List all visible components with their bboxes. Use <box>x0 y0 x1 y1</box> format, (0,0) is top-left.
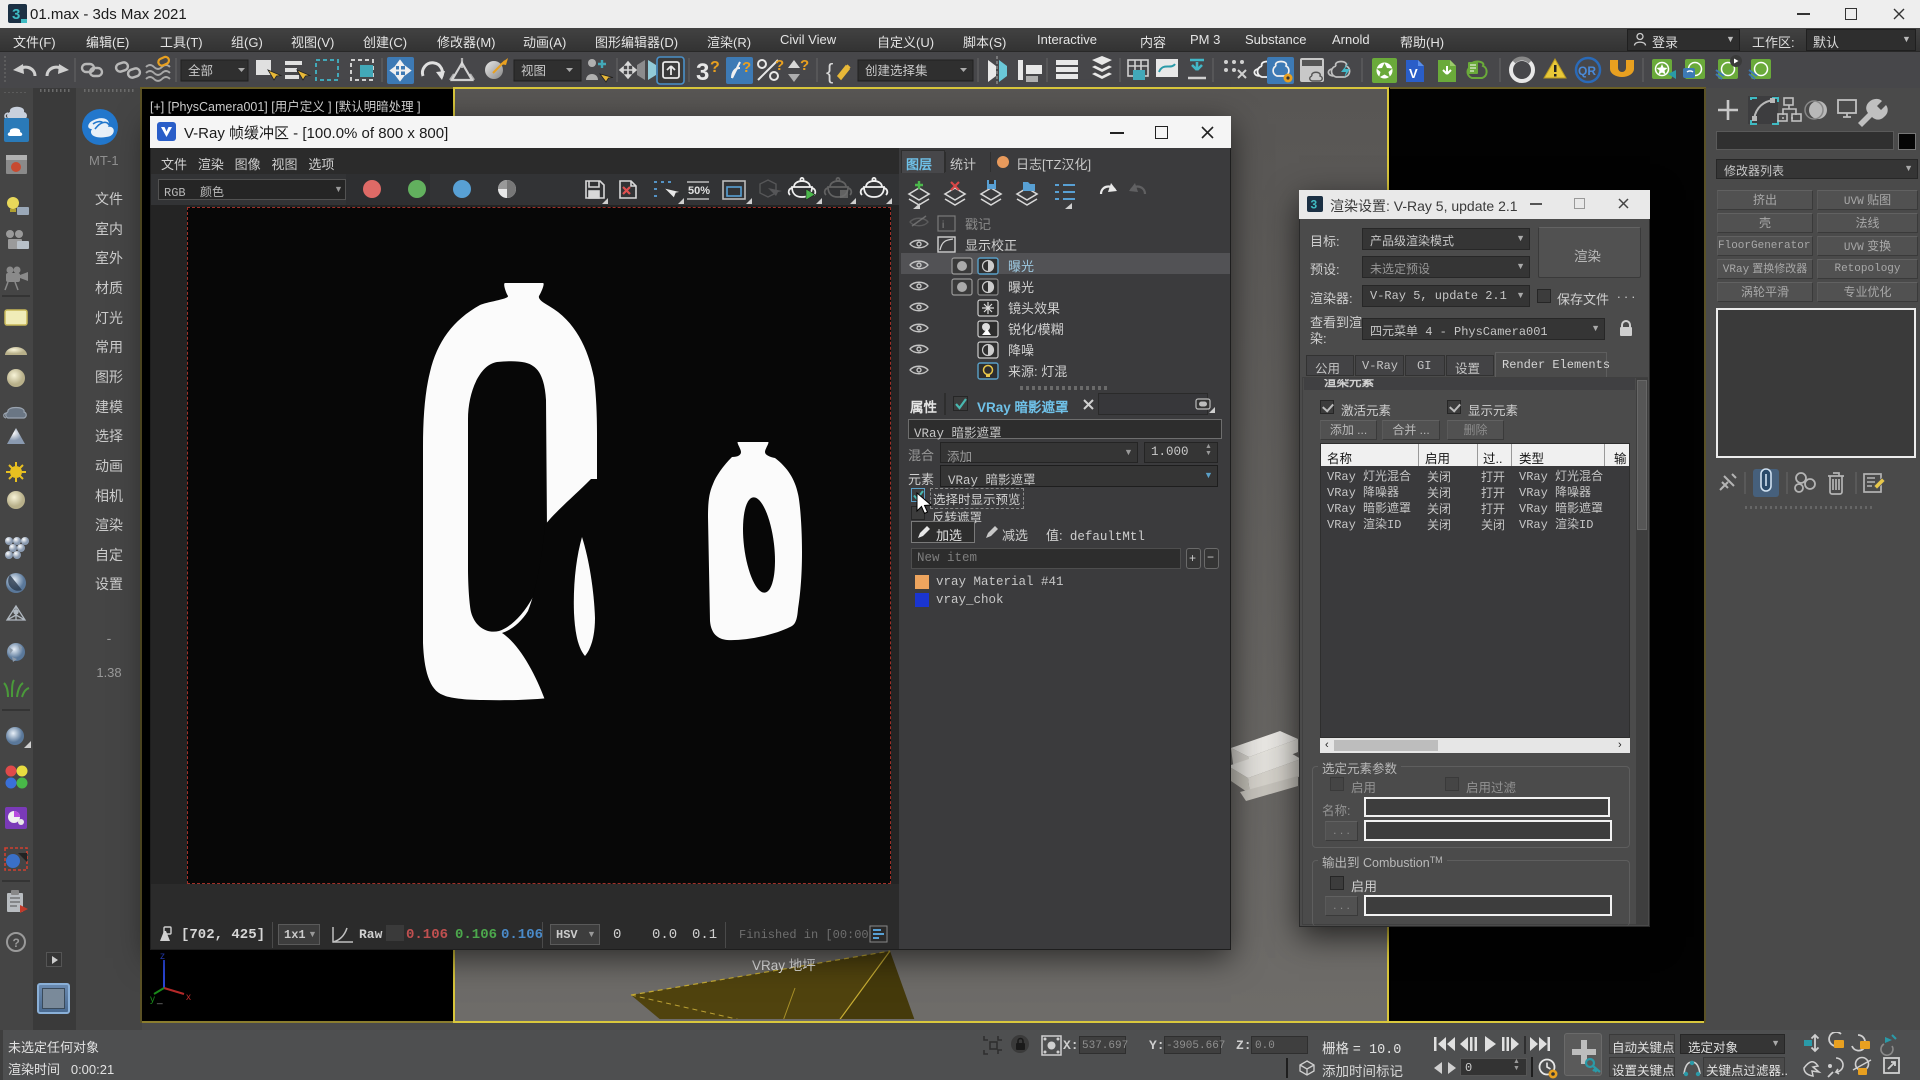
svg-text:曝光: 曝光 <box>1008 259 1034 274</box>
svg-text:创建选择集: 创建选择集 <box>865 63 928 78</box>
svg-text:y: y <box>150 994 155 1005</box>
svg-text:显示校正: 显示校正 <box>965 238 1017 253</box>
svg-text:曝光: 曝光 <box>1008 280 1034 295</box>
svg-text:来源: 灯混: 来源: 灯混 <box>1008 364 1067 379</box>
svg-text:V: V <box>1409 66 1418 81</box>
svg-text:QR: QR <box>1578 64 1596 78</box>
svg-text:z: z <box>160 951 165 962</box>
svg-text:_: _ <box>156 994 163 1005</box>
svg-text:3: 3 <box>12 6 20 23</box>
svg-text:?: ? <box>742 59 751 76</box>
svg-text:{: { <box>826 59 833 84</box>
svg-text:全部: 全部 <box>188 63 213 78</box>
svg-text:戳记: 戳记 <box>965 217 991 232</box>
svg-text:x: x <box>186 992 191 1003</box>
svg-text:VRay 地坪: VRay 地坪 <box>752 958 816 973</box>
svg-text:?: ? <box>800 57 809 74</box>
svg-text:?: ? <box>775 57 784 74</box>
svg-text:3: 3 <box>696 59 709 86</box>
svg-text:镜头效果: 镜头效果 <box>1008 301 1060 316</box>
svg-text:降噪: 降噪 <box>1008 343 1034 358</box>
svg-text:?: ? <box>710 59 720 76</box>
svg-text:i: i <box>942 220 944 231</box>
svg-text:?: ? <box>13 936 20 950</box>
svg-text:视图: 视图 <box>521 63 546 78</box>
svg-text:锐化/模糊: 锐化/模糊 <box>1008 322 1064 337</box>
svg-text:3: 3 <box>1311 198 1318 212</box>
